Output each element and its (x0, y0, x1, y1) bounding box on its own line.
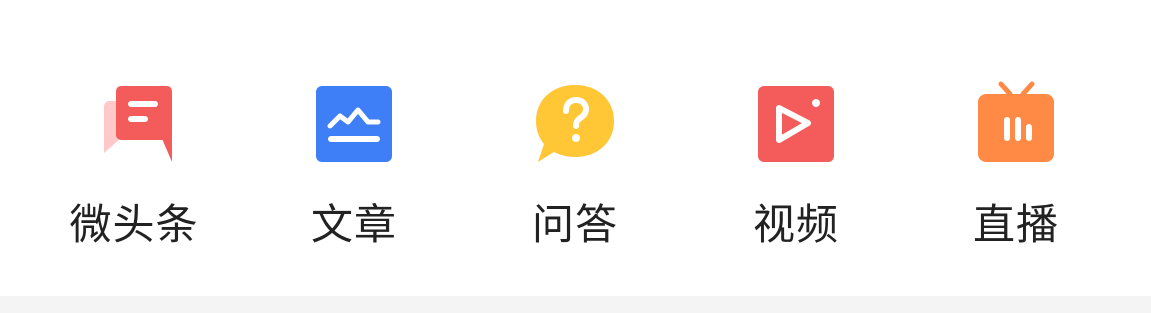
publish-actions-panel: 微头条 文章 问答 视频 直播 (0, 0, 1151, 296)
article-button[interactable]: 文章 (279, 76, 429, 266)
micro-post-label: 微头条 (69, 200, 199, 249)
live-button[interactable]: 直播 (941, 76, 1091, 266)
micro-post-button[interactable]: 微头条 (59, 76, 209, 266)
live-icon (968, 76, 1064, 172)
micro-post-icon (86, 76, 182, 172)
bottom-divider (0, 296, 1151, 313)
qa-button[interactable]: 问答 (500, 76, 650, 266)
qa-icon (527, 76, 623, 172)
video-icon (748, 76, 844, 172)
qa-label: 问答 (531, 200, 618, 249)
article-label: 文章 (310, 200, 397, 249)
video-label: 视频 (752, 200, 839, 249)
article-icon (306, 76, 402, 172)
video-button[interactable]: 视频 (721, 76, 871, 266)
live-label: 直播 (972, 200, 1059, 249)
